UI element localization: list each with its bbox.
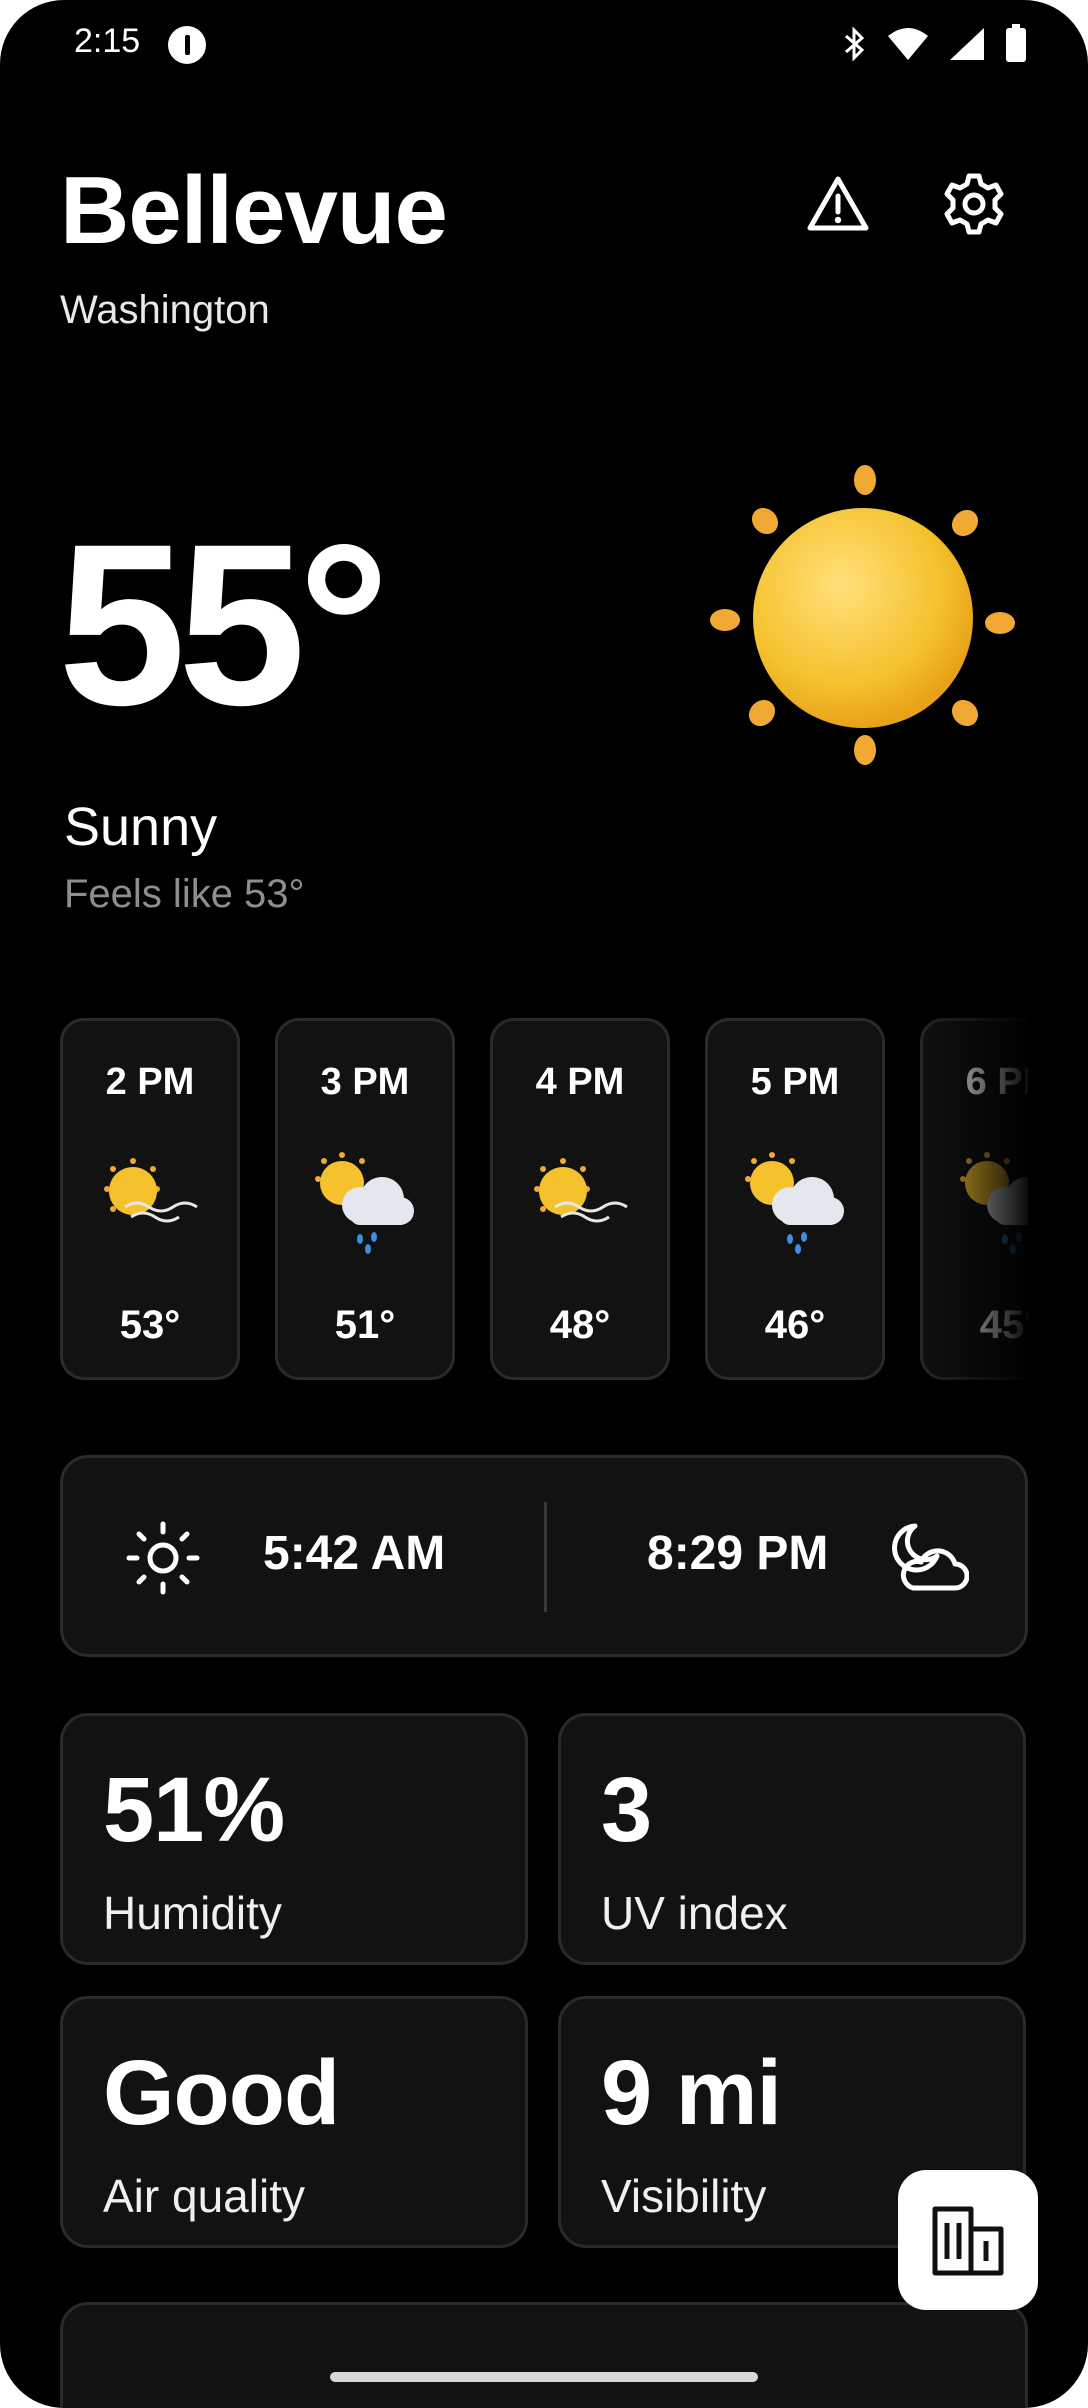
system-status-icons (842, 24, 1028, 64)
hour-time: 6 PM (965, 1061, 1028, 1103)
hour-time: 3 PM (320, 1061, 410, 1103)
visibility-label: Visibility (601, 2170, 767, 2222)
hour-temp: 53° (119, 1303, 181, 1347)
sunrise-time: 5:42 AM (263, 1527, 446, 1580)
uv-index-label: UV index (601, 1887, 788, 1939)
hour-temp: 45° (979, 1303, 1028, 1347)
hour-card[interactable]: 5 PM 46° (705, 1018, 885, 1380)
signal-icon (950, 28, 984, 60)
hour-temp: 51° (334, 1303, 396, 1347)
partly-cloudy-rain-icon (315, 1152, 414, 1254)
humidity-value: 51% (103, 1759, 285, 1861)
hour-card[interactable]: 4 PM 48° (490, 1018, 670, 1380)
hour-time: 2 PM (105, 1061, 195, 1103)
sunrise-icon (126, 1521, 200, 1595)
divider (544, 1502, 547, 1612)
moon-cloud-icon (892, 1523, 969, 1591)
do-not-disturb-icon (168, 26, 206, 64)
air-quality-tile: Good Air quality (60, 1996, 528, 2248)
feels-like: Feels like 53° (64, 872, 305, 916)
hour-card[interactable]: 3 PM 51° (275, 1018, 455, 1380)
sunny-icon (710, 465, 1015, 765)
gesture-navigation-bar[interactable] (330, 2372, 758, 2382)
alerts-button[interactable] (802, 168, 874, 240)
status-time: 2:15 (74, 22, 141, 60)
hour-card[interactable]: 6 PM 45° (920, 1018, 1028, 1380)
humidity-label: Humidity (103, 1887, 282, 1939)
uv-index-value: 3 (601, 1759, 652, 1861)
city-name: Bellevue (60, 157, 448, 264)
sunset-time: 8:29 PM (647, 1527, 829, 1580)
partly-cloudy-rain-icon (745, 1152, 844, 1254)
humidity-tile: 51% Humidity (60, 1713, 528, 1965)
locations-button[interactable] (898, 2170, 1038, 2310)
settings-button[interactable] (938, 168, 1010, 240)
warning-icon (807, 176, 869, 231)
hour-temp: 46° (764, 1303, 826, 1347)
battery-icon (1006, 24, 1026, 62)
weather-screen: 2:15 Bellevue Washington 55° Sunny Feels… (0, 0, 1088, 2408)
visibility-value: 9 mi (601, 2042, 782, 2144)
next-card (60, 2302, 1028, 2408)
hourly-forecast[interactable]: 2 PM 53° 3 PM 51° 4 PM 48° 5 PM 46° 6 P … (60, 1018, 1028, 1380)
uv-index-tile: 3 UV index (558, 1713, 1026, 1965)
air-quality-label: Air quality (103, 2170, 305, 2222)
sun-haze-icon (104, 1158, 198, 1223)
region-name: Washington (60, 288, 270, 332)
sunrise-sunset-card: 5:42 AM 8:29 PM (60, 1455, 1028, 1657)
sun-haze-icon (534, 1158, 628, 1223)
bluetooth-icon (845, 26, 865, 62)
hour-time: 4 PM (535, 1061, 625, 1103)
air-quality-value: Good (103, 2042, 340, 2144)
hour-temp: 48° (549, 1303, 611, 1347)
current-condition: Sunny (64, 797, 218, 857)
hour-time: 5 PM (750, 1061, 840, 1103)
current-temperature: 55° (58, 496, 390, 753)
wifi-icon (888, 28, 928, 60)
partly-cloudy-rain-icon (960, 1152, 1028, 1254)
hour-card[interactable]: 2 PM 53° (60, 1018, 240, 1380)
gear-icon (944, 173, 1004, 235)
city-buildings-icon (932, 2206, 1004, 2276)
